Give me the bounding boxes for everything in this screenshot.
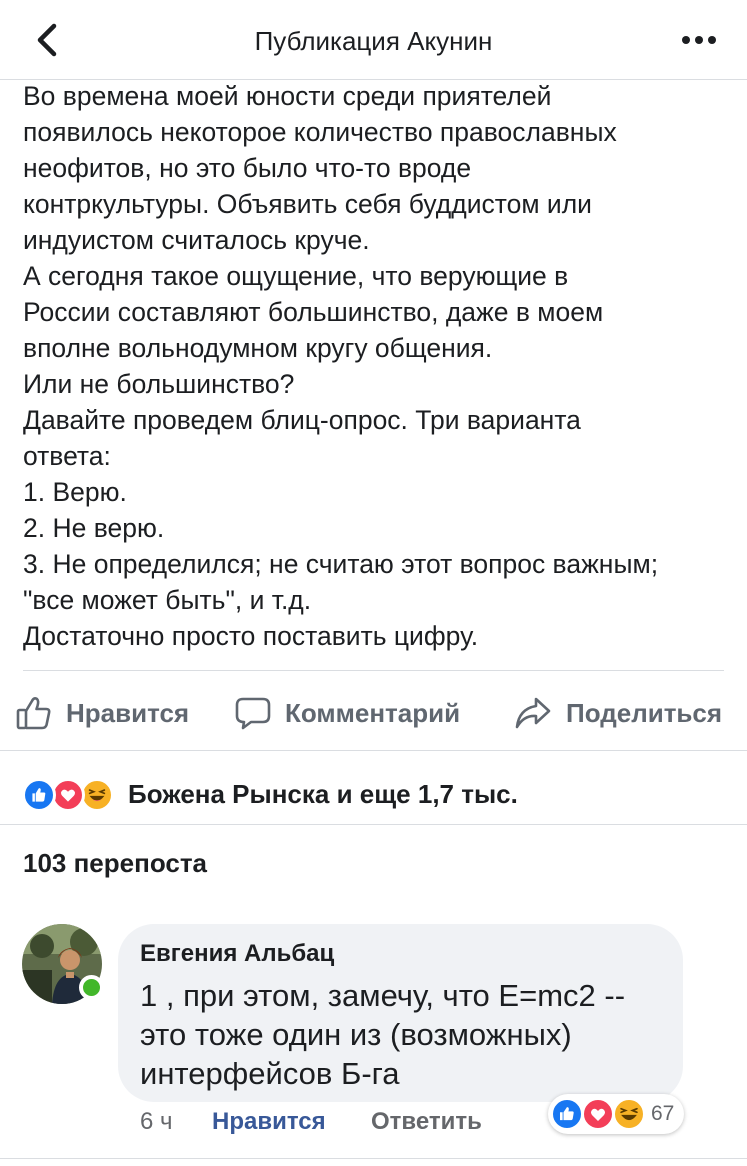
comment-reply-button[interactable]: Ответить [371,1108,482,1136]
post-action-bar: Нравится Комментарий Поделиться [0,688,747,738]
haha-icon [613,1098,645,1130]
comment-bubble: Евгения Альбац 1 , при этом, замечу, что… [118,924,683,1102]
love-icon [582,1098,614,1130]
post-line: 3. Не определился; не считаю этот вопрос… [23,549,659,579]
comment-author[interactable]: Евгения Альбац [140,940,334,968]
comment-bubble-icon [235,697,271,730]
post-line: индуистом считалось круче. [23,225,370,255]
post-line: Или не большинство? [23,369,295,399]
more-horizontal-icon [682,36,716,44]
reaction-icons [22,774,122,814]
reactions-divider [0,824,747,825]
share-action-button[interactable]: Поделиться [514,688,722,738]
post-line: Давайте проведем блиц-опрос. Три вариант… [23,405,581,435]
actions-divider [0,750,747,751]
post-line: появилось некоторое количество православ… [23,117,617,147]
top-app-bar: Публикация Акунин [0,0,747,80]
comment-line: это тоже один из (возможных) [140,1017,572,1052]
share-arrow-icon [515,697,551,729]
post-divider [23,670,724,671]
post-line: вполне вольнодумном кругу общения. [23,333,493,363]
more-options-button[interactable] [679,22,719,58]
shares-count[interactable]: 103 перепоста [23,848,207,879]
post-line: неофитов, но это было что-то вроде [23,153,472,183]
comment-line: 1 , при этом, замечу, что E=mc2 -- [140,978,626,1013]
comment-reaction-count: 67 [651,1102,675,1125]
post-line: 1. Верю. [23,477,127,507]
reactions-summary-text: Божена Рынска и еще 1,7 тыс. [128,778,518,809]
post-text: Во времена моей юности среди приятелей п… [23,78,733,654]
post-line: Достаточно просто поставить цифру. [23,621,479,651]
comment-meta: 6 ч Нравится Ответить [140,1108,560,1138]
thumbs-up-icon [16,697,51,730]
post-line: "все может быть", и т.д. [23,585,312,615]
comment-like-button[interactable]: Нравится [212,1108,326,1136]
post-line: России составляют большинство, даже в мо… [23,297,604,327]
like-icon [551,1098,583,1130]
post-line: 2. Не верю. [23,513,165,543]
reactions-summary[interactable]: Божена Рынска и еще 1,7 тыс. [22,772,518,816]
like-action-label: Нравится [66,697,190,728]
like-action-button[interactable]: Нравится [16,688,189,738]
haha-icon [80,778,114,812]
page-title: Публикация Акунин [254,26,493,56]
comment-line: интерфейсов Б-га [140,1056,400,1091]
comment-text: 1 , при этом, замечу, что E=mc2 -- это т… [140,976,625,1093]
comment-action-button[interactable]: Комментарий [235,688,460,738]
comment-reactions[interactable]: 67 [548,1094,684,1134]
love-icon [51,778,85,812]
post-line: Во времена моей юности среди приятелей [23,81,552,111]
post-line: ответа: [23,441,111,471]
online-status-dot [79,975,104,1000]
bottom-divider [0,1158,747,1159]
post-line: А сегодня такое ощущение, что верующие в [23,261,569,291]
comment-timestamp: 6 ч [140,1108,173,1135]
share-action-label: Поделиться [566,697,723,728]
post-line: контркультуры. Объявить себя буддистом и… [23,189,592,219]
comment-action-label: Комментарий [285,697,461,728]
like-icon [22,778,56,812]
